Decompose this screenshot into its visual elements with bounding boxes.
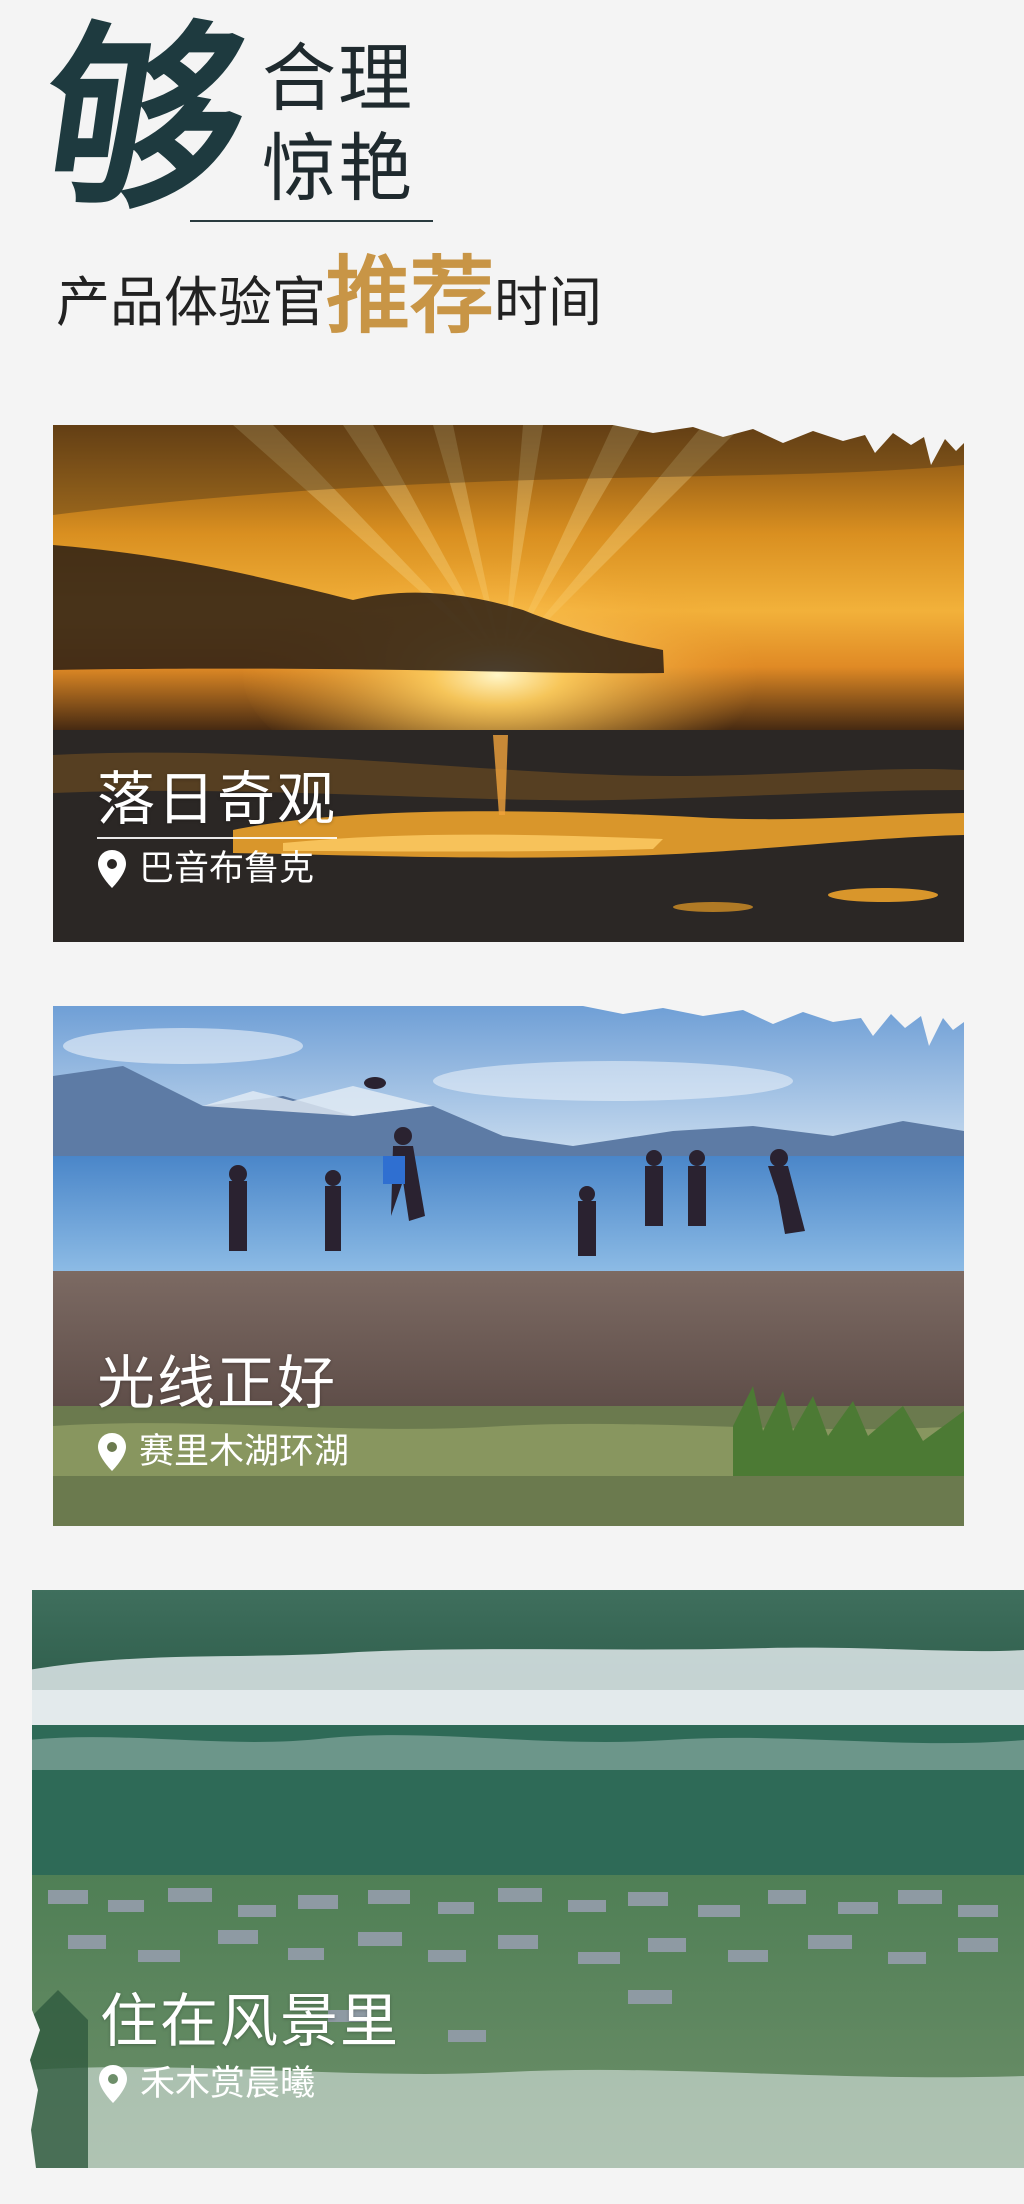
headline-divider xyxy=(190,220,433,222)
location-label: 巴音布鲁克 xyxy=(139,848,315,889)
photo-card-sunset[interactable]: 落日奇观 巴音布鲁克 xyxy=(53,425,964,942)
card-title-underline xyxy=(97,837,337,839)
torn-edge-decoration xyxy=(53,1006,964,1046)
card-location: 赛里木湖环湖 xyxy=(97,1432,349,1472)
tagline: 产品体验官 推荐 时间 xyxy=(56,252,602,342)
photo-card-lake[interactable]: 光线正好 赛里木湖环湖 xyxy=(53,1006,964,1526)
tagline-highlight: 推荐 xyxy=(326,246,495,345)
card-title: 光线正好 xyxy=(97,1349,338,1417)
card-title: 落日奇观 xyxy=(97,765,338,833)
headline-big-character: 够 xyxy=(27,2,261,237)
tagline-suffix: 时间 xyxy=(494,271,603,334)
card-location: 禾木赏晨曦 xyxy=(98,2064,315,2104)
location-label: 赛里木湖环湖 xyxy=(139,1431,350,1472)
map-pin-icon xyxy=(98,1433,126,1471)
photo-card-village[interactable]: 住在风景里 禾木赏晨曦 xyxy=(28,1590,1024,2168)
map-pin-icon xyxy=(98,850,126,888)
torn-edge-decoration xyxy=(28,1590,40,2168)
map-pin-icon xyxy=(99,2065,127,2103)
headline-line-1: 合理 xyxy=(262,36,414,122)
card-location: 巴音布鲁克 xyxy=(97,849,314,889)
torn-edge-decoration xyxy=(53,425,964,465)
card-title: 住在风景里 xyxy=(100,1987,401,2055)
headline-line-2: 惊艳 xyxy=(262,126,414,212)
location-label: 禾木赏晨曦 xyxy=(140,2063,316,2104)
tagline-prefix: 产品体验官 xyxy=(56,271,326,334)
